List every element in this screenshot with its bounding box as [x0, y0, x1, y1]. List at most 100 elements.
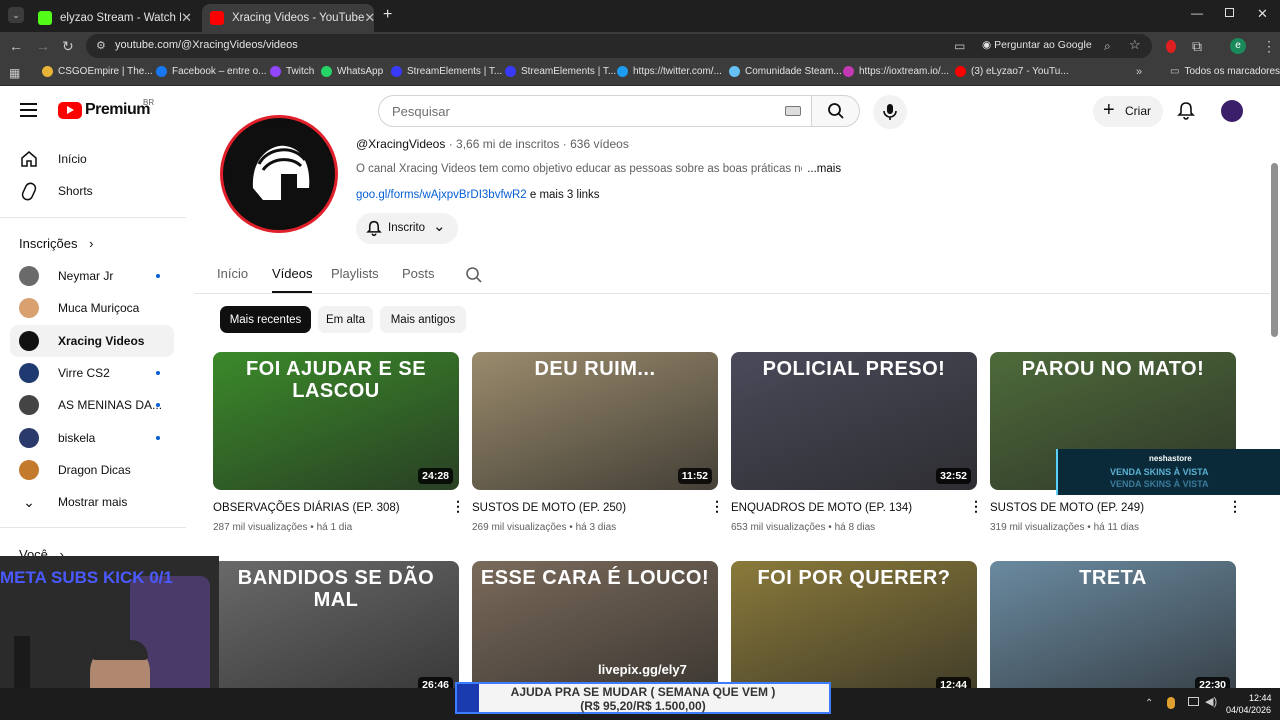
- youtube-premium-logo[interactable]: Premium: [58, 101, 150, 119]
- google-lens-icon: ◉: [982, 39, 992, 51]
- voice-search-button[interactable]: [873, 95, 907, 129]
- thumbnail-caption: FOI AJUDAR E SE LASCOU: [245, 358, 427, 402]
- bookmark-item[interactable]: Facebook – entre o...: [156, 66, 267, 77]
- sidebar-subscription-item[interactable]: Dragon Dicas: [10, 454, 174, 486]
- video-thumbnail[interactable]: FOI AJUDAR E SE LASCOU 24:28: [213, 352, 459, 490]
- ask-google-button[interactable]: ◉ Perguntar ao Google: [982, 39, 1092, 51]
- create-button[interactable]: + Criar: [1093, 96, 1163, 127]
- subscriptions-heading[interactable]: Inscrições ›: [19, 236, 94, 251]
- channel-link[interactable]: goo.gl/forms/wAjxpvBrDI3bvfwR2: [356, 189, 527, 201]
- show-more-button[interactable]: ⌄ Mostrar mais: [10, 486, 174, 518]
- channel-search-icon[interactable]: [465, 266, 483, 284]
- bookmark-item[interactable]: StreamElements | T...: [505, 66, 616, 77]
- bookmark-item[interactable]: Comunidade Steam...: [729, 66, 842, 77]
- channel-avatar: [19, 427, 39, 448]
- video-title[interactable]: OBSERVAÇÕES DIÁRIAS (EP. 308): [213, 502, 400, 514]
- tab-xracing-videos[interactable]: Xracing Videos - YouTube ✕: [202, 4, 375, 32]
- tab-search-button[interactable]: ⌄: [8, 7, 24, 23]
- filter-chip[interactable]: Em alta: [318, 306, 373, 333]
- back-arrow-icon[interactable]: ←: [9, 39, 23, 53]
- video-title[interactable]: SUSTOS DE MOTO (EP. 250): [472, 502, 626, 514]
- address-bar[interactable]: ⚙ youtube.com/@XracingVideos/videos ▭ ◉ P…: [86, 34, 1152, 58]
- notifications-bell-icon[interactable]: [1177, 101, 1195, 121]
- menu-kebab-icon[interactable]: ⋮: [1262, 38, 1276, 55]
- video-title[interactable]: SUSTOS DE MOTO (EP. 249): [990, 502, 1144, 514]
- microphone-tray-icon[interactable]: [1167, 697, 1175, 709]
- meta-separator: ·: [562, 137, 571, 151]
- more-bookmarks-chevron-icon[interactable]: »: [1136, 66, 1142, 78]
- clock-date[interactable]: 04/04/2026: [1226, 705, 1271, 715]
- bookmark-item[interactable]: Twitch: [270, 66, 314, 77]
- video-duration: 24:28: [418, 468, 453, 484]
- video-menu-kebab-icon[interactable]: ⋮: [710, 499, 724, 513]
- extensions-puzzle-icon[interactable]: ⧉: [1192, 38, 1202, 55]
- video-thumbnail[interactable]: FOI POR QUERER? 12:44: [731, 561, 977, 699]
- reload-icon[interactable]: ↻: [62, 39, 74, 53]
- video-thumbnail[interactable]: BANDIDOS SE DÃO MAL 26:46: [213, 561, 459, 699]
- apps-grid-icon[interactable]: ▦: [9, 66, 20, 80]
- video-title[interactable]: ENQUADROS DE MOTO (EP. 134): [731, 502, 912, 514]
- description-more[interactable]: ...mais: [807, 163, 841, 175]
- search-input[interactable]: Pesquisar: [378, 95, 812, 127]
- new-tab-plus-icon[interactable]: +: [383, 6, 392, 24]
- folder-icon: ▭: [1170, 66, 1180, 77]
- video-thumbnail[interactable]: POLICIAL PRESO! 32:52: [731, 352, 977, 490]
- sidebar-subscription-item[interactable]: Neymar Jr: [10, 260, 174, 292]
- meta-separator: •: [566, 522, 576, 533]
- video-menu-kebab-icon[interactable]: ⋮: [969, 499, 983, 513]
- channel-description[interactable]: O canal Xracing Videos tem como objetivo…: [356, 163, 841, 175]
- channel-tab[interactable]: Vídeos: [272, 266, 312, 281]
- minimize-icon[interactable]: —: [1191, 6, 1203, 20]
- close-icon[interactable]: ✕: [364, 10, 375, 26]
- sidebar-subscription-item[interactable]: AS MENINAS DA...: [10, 389, 174, 421]
- channel-tab[interactable]: Posts: [402, 266, 435, 281]
- site-info-icon[interactable]: ⚙: [96, 39, 106, 53]
- video-menu-kebab-icon[interactable]: ⋮: [1228, 499, 1242, 513]
- channel-avatar: [19, 459, 39, 480]
- forward-arrow-icon[interactable]: →: [36, 39, 50, 53]
- cast-icon[interactable]: ▭: [954, 39, 965, 53]
- plus-icon: +: [1103, 99, 1115, 121]
- channel-tab[interactable]: Início: [217, 266, 248, 281]
- sidebar-subscription-item[interactable]: biskela: [10, 422, 174, 454]
- close-window-icon[interactable]: ✕: [1257, 6, 1268, 22]
- extension-red-icon[interactable]: [1166, 40, 1176, 53]
- search-button[interactable]: [811, 95, 860, 127]
- clock-time[interactable]: 12:44: [1249, 693, 1272, 703]
- video-thumbnail[interactable]: DEU RUIM... 11:52: [472, 352, 718, 490]
- close-icon[interactable]: ✕: [181, 10, 192, 26]
- more-links[interactable]: e mais 3 links: [530, 189, 600, 201]
- video-thumbnail[interactable]: TRETA 22:30: [990, 561, 1236, 699]
- network-icon[interactable]: [1188, 697, 1199, 706]
- bookmark-item[interactable]: StreamElements | T...: [391, 66, 502, 77]
- hamburger-menu-icon[interactable]: [20, 103, 37, 117]
- filter-chip[interactable]: Mais recentes: [220, 306, 311, 333]
- all-bookmarks-folder[interactable]: ▭ Todos os marcadores: [1170, 66, 1280, 77]
- chevron-up-icon[interactable]: ⌃: [1145, 698, 1153, 709]
- channel-tab[interactable]: Playlists: [331, 266, 379, 281]
- sidebar-subscription-item[interactable]: Xracing Videos: [10, 324, 174, 357]
- subscribed-button[interactable]: Inscrito ⌄: [356, 213, 458, 244]
- page-scrollbar[interactable]: [1271, 163, 1278, 337]
- bookmark-item[interactable]: https://ioxtream.io/...: [843, 66, 949, 77]
- restore-icon[interactable]: [1225, 8, 1234, 17]
- bookmark-star-icon[interactable]: ☆: [1129, 38, 1141, 52]
- bookmark-item[interactable]: CSGOEmpire | The...: [42, 66, 153, 77]
- filter-chip[interactable]: Mais antigos: [380, 306, 466, 333]
- video-duration: 32:52: [936, 468, 971, 484]
- keyboard-icon[interactable]: [785, 106, 801, 116]
- bookmark-item[interactable]: WhatsApp: [321, 66, 383, 77]
- tab-elyzao-stream[interactable]: elyzao Stream - Watch Live on ✕: [30, 4, 200, 32]
- bookmark-item[interactable]: https://twitter.com/...: [617, 66, 722, 77]
- video-thumbnail[interactable]: ESSE CARA É LOUCO!: [472, 561, 718, 699]
- sidebar-subscription-item[interactable]: Muca Muriçoca: [10, 292, 174, 324]
- profile-avatar[interactable]: e: [1230, 38, 1246, 54]
- sidebar-item-home[interactable]: Início: [10, 143, 174, 175]
- volume-icon[interactable]: ◀): [1205, 695, 1217, 708]
- sidebar-subscription-item[interactable]: Virre CS2: [10, 357, 174, 389]
- sidebar-item-shorts[interactable]: Shorts: [10, 175, 174, 207]
- bookmark-item[interactable]: (3) eLyzao7 - YouTu...: [955, 66, 1069, 77]
- account-avatar[interactable]: [1221, 100, 1243, 122]
- zoom-icon[interactable]: ⌕: [1104, 39, 1111, 53]
- video-menu-kebab-icon[interactable]: ⋮: [451, 499, 465, 513]
